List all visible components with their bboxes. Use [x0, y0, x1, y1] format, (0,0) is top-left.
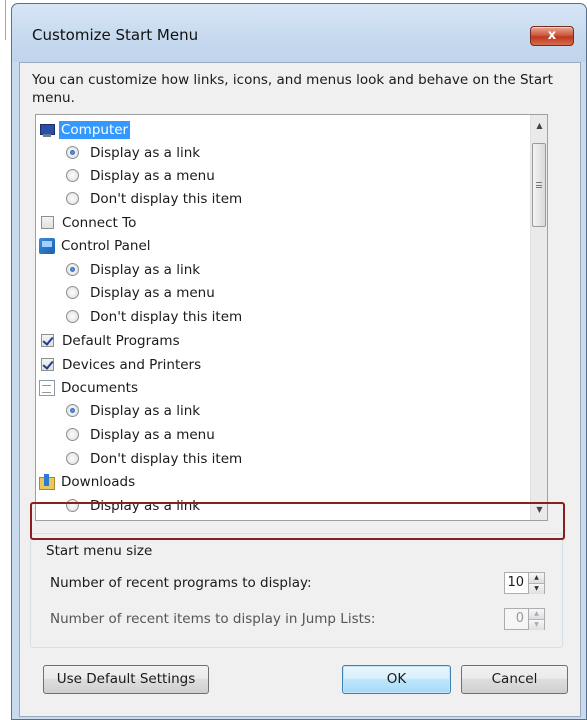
- recent-programs-label: Number of recent programs to display:: [50, 575, 312, 591]
- radio-label: Display as a link: [90, 261, 201, 278]
- spin-up-icon[interactable]: ▲: [529, 609, 544, 620]
- background-window-edge: [0, 0, 11, 720]
- list-item-computer[interactable]: Computer: [39, 118, 131, 141]
- radio-cpanel-menu[interactable]: Display as a menu: [66, 281, 217, 304]
- radio-documents-hide[interactable]: Don't display this item: [66, 447, 244, 470]
- checkbox[interactable]: [41, 334, 54, 347]
- list-item-label: Computer: [59, 120, 131, 139]
- recent-programs-spinner[interactable]: 10 ▲ ▼: [504, 572, 545, 594]
- radio-button[interactable]: [66, 169, 79, 182]
- radio-label: Display as a link: [90, 402, 201, 419]
- checkbox-label: Connect To: [62, 214, 137, 231]
- checkbox-label: Devices and Printers: [62, 356, 202, 373]
- scrollbar-thumb[interactable]: [532, 143, 546, 227]
- checkbox[interactable]: [41, 358, 54, 371]
- radio-button[interactable]: [66, 146, 79, 159]
- customize-start-menu-dialog: Customize Start Menu x You can customize…: [11, 3, 587, 720]
- radio-computer-menu[interactable]: Display as a menu: [66, 164, 217, 187]
- annotation-highlight-box: [30, 502, 565, 540]
- radio-label: Display as a menu: [90, 426, 215, 443]
- radio-button[interactable]: [66, 404, 79, 417]
- group-title: Start menu size: [44, 543, 155, 559]
- downloads-folder-icon: [39, 473, 55, 490]
- radio-computer-link[interactable]: Display as a link: [66, 141, 202, 164]
- spin-up-icon[interactable]: ▲: [529, 573, 544, 584]
- title-bar: Customize Start Menu x: [12, 4, 586, 62]
- radio-computer-hide[interactable]: Don't display this item: [66, 187, 244, 210]
- radio-label: Display as a menu: [90, 167, 215, 184]
- jump-list-spinner[interactable]: 0 ▲ ▼: [504, 608, 545, 630]
- dialog-content: You can customize how links, icons, and …: [19, 62, 581, 717]
- computer-icon: [39, 122, 55, 138]
- radio-button[interactable]: [66, 286, 79, 299]
- start-menu-options-list[interactable]: Computer Display as a link Display as a …: [35, 114, 548, 521]
- radio-documents-link[interactable]: Display as a link: [66, 399, 202, 422]
- spin-down-icon[interactable]: ▼: [529, 584, 544, 594]
- radio-button[interactable]: [66, 263, 79, 276]
- close-icon: x: [547, 28, 557, 43]
- jump-list-row: Number of recent items to display in Jum…: [50, 606, 545, 632]
- cancel-button[interactable]: Cancel: [461, 665, 568, 694]
- vertical-scrollbar[interactable]: ▲ ▼: [530, 115, 547, 520]
- spin-down-icon[interactable]: ▼: [529, 620, 544, 630]
- recent-programs-row: Number of recent programs to display: 10…: [50, 570, 545, 596]
- radio-label: Display as a link: [90, 144, 201, 161]
- radio-button[interactable]: [66, 192, 79, 205]
- list-item-devices-printers[interactable]: Devices and Printers: [41, 353, 203, 376]
- radio-button[interactable]: [66, 428, 79, 441]
- ok-button[interactable]: OK: [342, 665, 451, 694]
- radio-documents-menu[interactable]: Display as a menu: [66, 423, 217, 446]
- radio-button[interactable]: [66, 310, 79, 323]
- control-panel-icon: [39, 237, 55, 254]
- list-item-label: Downloads: [61, 473, 136, 490]
- jump-list-value[interactable]: 0: [504, 608, 528, 630]
- scroll-up-arrow-icon[interactable]: ▲: [531, 117, 547, 134]
- radio-cpanel-hide[interactable]: Don't display this item: [66, 305, 244, 328]
- recent-programs-value[interactable]: 10: [504, 572, 528, 594]
- checkbox-label: Default Programs: [62, 332, 180, 349]
- list-item-label: Control Panel: [61, 237, 151, 254]
- radio-label: Don't display this item: [90, 308, 243, 325]
- window-title: Customize Start Menu: [32, 26, 199, 44]
- radio-cpanel-link[interactable]: Display as a link: [66, 258, 202, 281]
- close-button[interactable]: x: [530, 26, 574, 46]
- list-item-control-panel[interactable]: Control Panel: [39, 234, 153, 257]
- checkbox[interactable]: [41, 216, 54, 229]
- jump-list-label: Number of recent items to display in Jum…: [50, 611, 376, 627]
- intro-text: You can customize how links, icons, and …: [32, 72, 553, 106]
- document-icon: [39, 379, 55, 396]
- use-default-settings-button[interactable]: Use Default Settings: [43, 665, 209, 694]
- radio-label: Don't display this item: [90, 190, 243, 207]
- list-item-documents[interactable]: Documents: [39, 376, 140, 399]
- list-item-default-programs[interactable]: Default Programs: [41, 329, 182, 352]
- radio-label: Don't display this item: [90, 450, 243, 467]
- list-item-connect-to[interactable]: Connect To: [41, 211, 138, 234]
- radio-label: Display as a menu: [90, 284, 215, 301]
- list-item-downloads[interactable]: Downloads: [39, 470, 137, 493]
- list-item-label: Documents: [61, 379, 138, 396]
- radio-button[interactable]: [66, 452, 79, 465]
